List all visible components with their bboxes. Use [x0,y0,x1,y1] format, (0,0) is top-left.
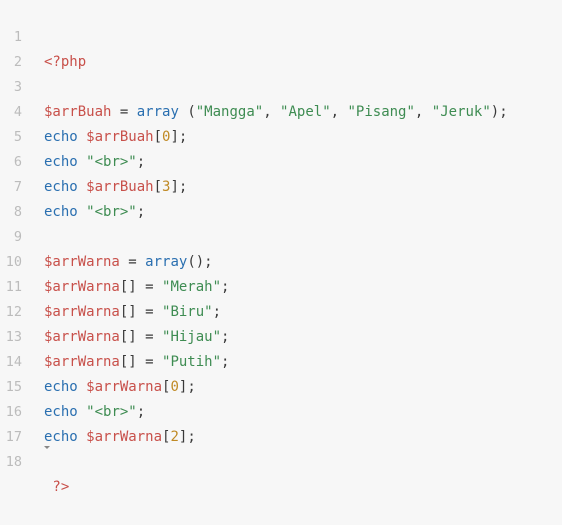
code-line: 14 echo $arrWarna[0]; [0,325,562,395]
code-line: 13 $arrWarna[] = "Putih"; [0,300,562,370]
code-line: 2 [0,25,562,70]
code-line: 4 echo $arrBuah[0]; [0,75,562,145]
code-line: 18 ?> [0,425,562,495]
code-line: 12 $arrWarna[] = "Hijau"; [0,275,562,345]
code-line: 6 echo $arrBuah[3]; [0,125,562,195]
code-line: 16 echo $arrWarna[2]; [0,375,562,445]
fold-marker-icon [44,446,50,449]
code-line: 10 $arrWarna[] = "Merah"; [0,225,562,295]
php-close-tag: ?> [44,479,70,495]
code-line: 17 [0,400,562,445]
code-line: 15 echo "<br>"; [0,350,562,420]
code-line: 1 <?php [0,0,562,70]
code-line: 11 $arrWarna[] = "Biru"; [0,250,562,320]
code-line: 9 $arrWarna = array(); [0,200,562,270]
code-line: 7 echo "<br>"; [0,150,562,220]
code-line: 5 echo "<br>"; [0,100,562,170]
code-text: ?> [44,475,69,500]
code-line: 8 [0,175,562,220]
code-editor[interactable]: 1 <?php 2 3 $arrBuah = array ("Mangga", … [0,0,562,495]
line-number: 18 [5,454,22,470]
code-line: 3 $arrBuah = array ("Mangga", "Apel", "P… [0,50,562,120]
